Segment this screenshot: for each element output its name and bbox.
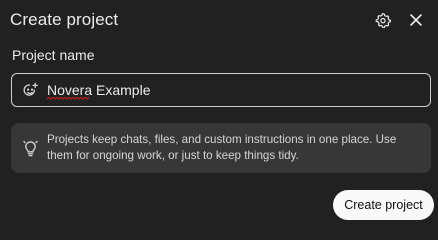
info-tip: Projects keep chats, files, and custom i… [11,123,431,173]
close-icon [410,14,422,26]
create-project-dialog: Create project Project name Novera Examp… [0,0,438,228]
dialog-header: Create project [10,8,428,32]
lightbulb-icon [22,139,38,157]
project-name-label: Project name [12,47,95,63]
project-name-field[interactable]: Novera Example [11,73,431,107]
emoji-picker-icon[interactable] [21,81,39,99]
project-name-value: Novera Example [47,82,151,98]
info-text: Projects keep chats, files, and custom i… [47,133,397,162]
settings-button[interactable] [371,8,395,32]
create-project-button[interactable]: Create project [333,190,434,220]
dialog-title: Create project [10,10,119,29]
close-button[interactable] [404,8,428,32]
project-name-input[interactable]: Novera Example [47,74,430,106]
spellcheck-underline [47,97,89,100]
gear-icon [375,13,391,28]
